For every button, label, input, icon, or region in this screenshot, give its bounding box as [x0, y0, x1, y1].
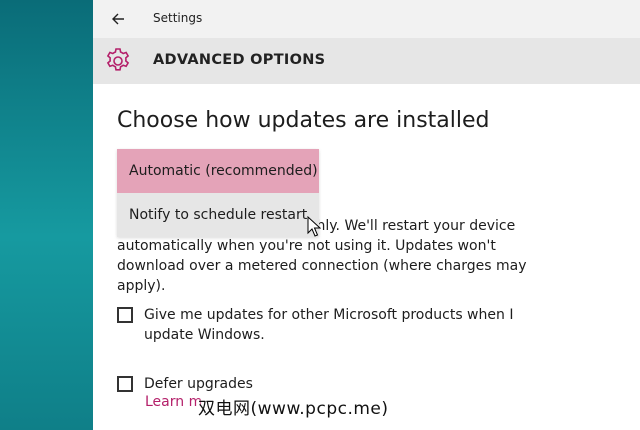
app-title: Settings — [153, 11, 203, 25]
defer-upgrades-label: Defer upgrades — [144, 376, 253, 392]
title-bar: Settings — [93, 0, 640, 38]
settings-window: Settings ADVANCED OPTIONS Choose how upd… — [93, 0, 640, 430]
other-products-checkbox[interactable] — [117, 307, 133, 323]
page-title: ADVANCED OPTIONS — [153, 52, 326, 68]
learn-more-link[interactable]: Learn m — [145, 394, 202, 410]
dropdown-option-notify[interactable]: Notify to schedule restart — [117, 193, 319, 237]
dropdown-option-automatic[interactable]: Automatic (recommended) — [117, 149, 319, 193]
install-method-dropdown[interactable]: Automatic (recommended) Notify to schedu… — [117, 149, 319, 237]
gear-icon — [106, 48, 130, 71]
content-area: Choose how updates are installed Automat… — [93, 84, 640, 430]
other-products-row: Give me updates for other Microsoft prod… — [117, 305, 564, 345]
mouse-cursor-icon — [307, 216, 321, 237]
defer-upgrades-row: Defer upgrades — [117, 374, 564, 394]
watermark-text: 双电网(www.pcpc.me) — [198, 399, 389, 419]
defer-upgrades-checkbox[interactable] — [117, 376, 133, 392]
back-arrow-icon[interactable] — [107, 9, 129, 29]
page-header: ADVANCED OPTIONS — [93, 38, 640, 84]
other-products-label: Give me updates for other Microsoft prod… — [144, 307, 514, 343]
updates-heading: Choose how updates are installed — [117, 108, 490, 133]
